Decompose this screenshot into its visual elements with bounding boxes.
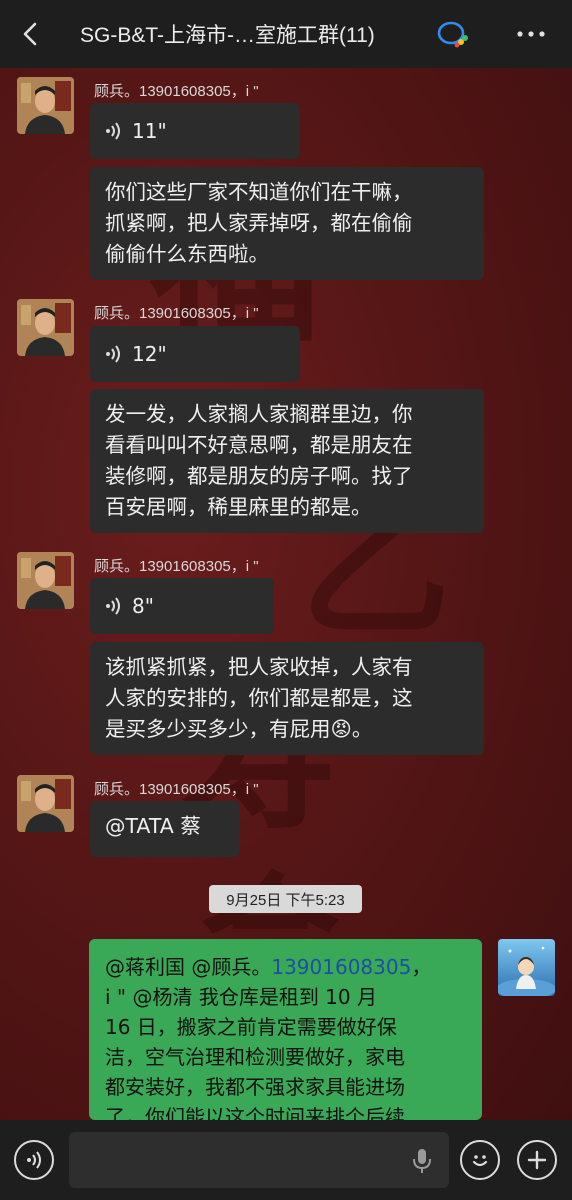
avatar[interactable] [17,77,74,134]
text-message[interactable]: @TATA 蔡 [90,801,240,857]
message-line: 百安居啊，稀里麻里的都是。 [105,495,372,519]
timestamp-divider: 9月25日 下午5:23 [209,885,362,913]
message-line: 了，你们能以这个时间来排个后续 [105,1105,405,1120]
mention-text: ， [411,955,432,979]
enterprise-wechat-icon [436,20,470,48]
message-input[interactable] [69,1132,449,1188]
text-message[interactable]: 你们这些厂家不知道你们在干嘛， 抓紧啊，把人家弄掉呀，都在偷偷 偷偷什么东西啦。 [90,167,484,280]
microphone-icon[interactable] [411,1147,433,1175]
sender-name: 顾兵。13901608305，i " [94,558,259,575]
my-avatar[interactable] [498,939,555,996]
chevron-left-icon [23,22,37,46]
back-button[interactable] [14,18,46,50]
chat-title: SG-B&T-上海市-…室施工群(11) [80,24,375,47]
sender-name: 顾兵。13901608305，i " [94,781,259,798]
voice-wave-icon [27,1151,41,1169]
message-line: 抓紧啊，把人家弄掉呀，都在偷偷 [105,211,413,235]
message-line: 16 日，搬家之前肯定需要做好保 [105,1015,397,1039]
voice-wave-icon [106,597,120,615]
message-line: 偷偷什么东西啦。 [105,242,269,266]
voice-message[interactable]: 11" [90,103,300,159]
text-message[interactable]: 发一发，人家搁人家搁群里边，你 看看叫叫不好意思啊，都是朋友在 装修啊，都是朋友… [90,389,484,533]
avatar[interactable] [17,552,74,609]
person-avatar-image [17,299,74,356]
person-avatar-image [17,552,74,609]
person-avatar-image [17,77,74,134]
voice-wave-icon [106,122,120,140]
message-line: 是买多少买多少，有屁用😡。 [105,717,373,741]
plus-icon [527,1150,547,1170]
message-line: 你们这些厂家不知道你们在干嘛， [105,180,413,204]
message-line: i " @杨清 我仓库是租到 10 月 [105,985,377,1009]
message-line: 发一发，人家搁人家搁群里边，你 [105,402,413,426]
message-line: 该抓紧抓紧，把人家收掉，人家有 [105,655,413,679]
message-line: 看看叫叫不好意思啊，都是朋友在 [105,433,413,457]
message-line: 洁，空气治理和检测要做好，家电 [105,1045,405,1069]
smiley-icon [472,1155,488,1167]
input-bar [0,1120,572,1200]
message-line: 人家的安排的，你们都是都是，这 [105,686,413,710]
cartoon-avatar-image [498,939,555,996]
more-dots-icon [517,31,545,37]
message-line: @蒋利国 @顾兵。13901608305， [105,952,466,982]
person-avatar-image [17,775,74,832]
mention-text: @蒋利国 @顾兵。 [105,955,272,979]
avatar[interactable] [17,775,74,832]
voice-duration: 8" [132,594,154,618]
emoji-button[interactable] [460,1140,500,1180]
message-line: @TATA 蔡 [105,814,201,838]
voice-message[interactable]: 12" [90,326,300,382]
voice-duration: 12" [132,342,167,366]
message-line: 装修啊，都是朋友的房子啊。找了 [105,464,413,488]
my-text-message[interactable]: @蒋利国 @顾兵。13901608305， i " @杨清 我仓库是租到 10 … [89,939,482,1120]
sender-name: 顾兵。13901608305，i " [94,83,259,100]
voice-duration: 11" [132,119,167,143]
message-line: 都安装好，我都不强求家具能进场 [105,1075,405,1099]
phone-link[interactable]: 13901608305 [271,955,411,979]
sender-name: 顾兵。13901608305，i " [94,305,259,322]
more-options-button[interactable] [514,22,548,46]
text-message[interactable]: 该抓紧抓紧，把人家收掉，人家有 人家的安排的，你们都是都是，这 是买多少买多少，… [90,642,484,755]
avatar[interactable] [17,299,74,356]
voice-wave-icon [106,345,120,363]
voice-input-button[interactable] [14,1140,54,1180]
add-attachment-button[interactable] [517,1140,557,1180]
voice-message[interactable]: 8" [90,578,274,634]
top-bar: SG-B&T-上海市-…室施工群(11) [0,0,572,68]
